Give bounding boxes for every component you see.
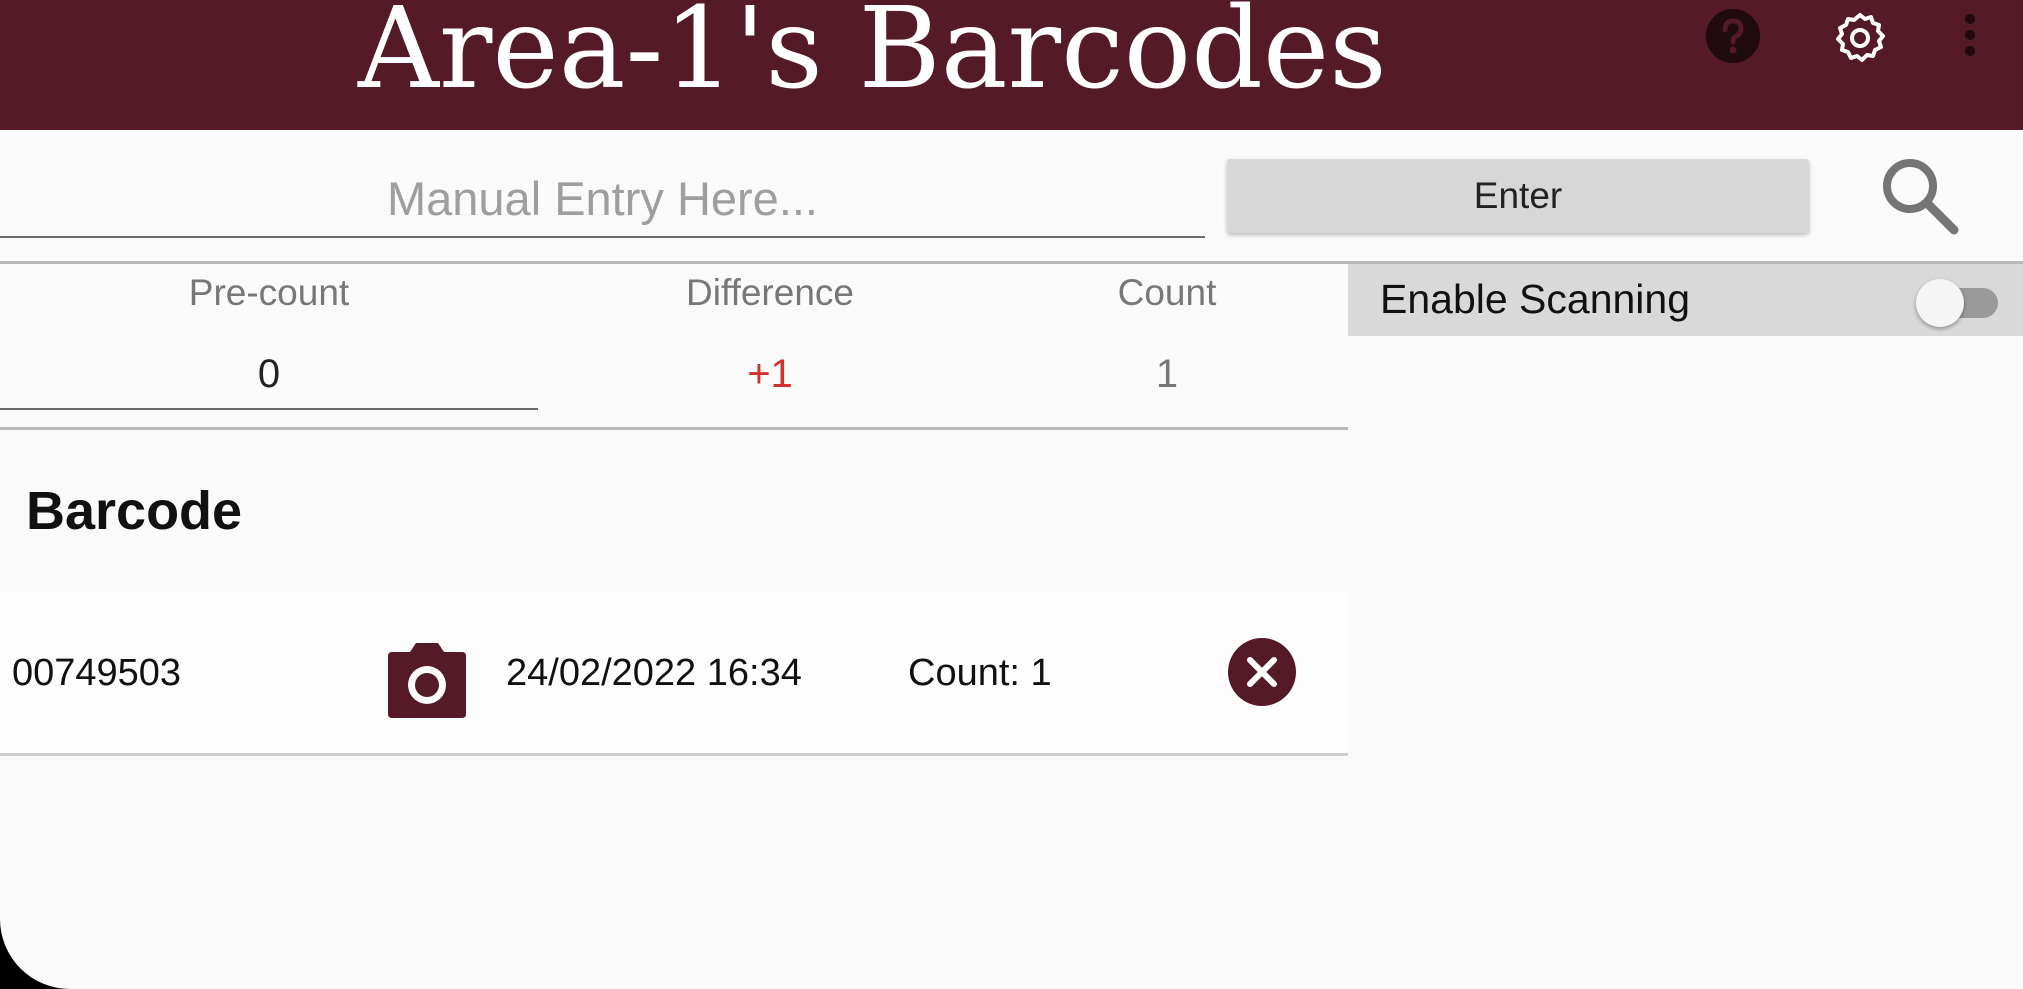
manual-entry-input[interactable] [0, 160, 1205, 238]
camera-icon[interactable] [382, 640, 472, 720]
precount-field[interactable]: 0 [0, 352, 538, 410]
help-icon[interactable] [1705, 8, 1761, 64]
barcode-value: 00749503 [12, 652, 182, 694]
barcode-list-title: Barcode [26, 481, 243, 541]
item-count: Count: 1 [908, 652, 1052, 694]
enable-scanning-label: Enable Scanning [1380, 276, 1691, 322]
enable-scanning-toggle[interactable] [1916, 278, 2002, 327]
settings-icon[interactable] [1832, 10, 1888, 66]
list-item[interactable]: 00749503 24/02/2022 16:34 Count: 1 [0, 592, 1348, 756]
scan-datetime: 24/02/2022 16:34 [506, 652, 802, 694]
enable-scanning-row: Enable Scanning [1348, 264, 2023, 336]
enter-button[interactable]: Enter [1227, 159, 1809, 233]
toggle-knob [1916, 279, 1964, 327]
precount-label: Pre-count [188, 272, 350, 313]
difference-value: +1 [747, 352, 793, 396]
count-value: 1 [1155, 352, 1179, 396]
app-title: Area-1's Barcodes [358, 0, 1387, 114]
count-label: Count [1117, 272, 1217, 313]
divider [0, 427, 1348, 430]
app-bar: Area-1's Barcodes [0, 0, 2023, 130]
difference-label: Difference [686, 272, 854, 313]
search-icon[interactable] [1876, 152, 1962, 238]
more-vertical-icon[interactable] [1948, 10, 1992, 66]
delete-icon[interactable] [1227, 637, 1297, 707]
app-screen: Area-1's Barcodes Enter [0, 0, 2023, 989]
